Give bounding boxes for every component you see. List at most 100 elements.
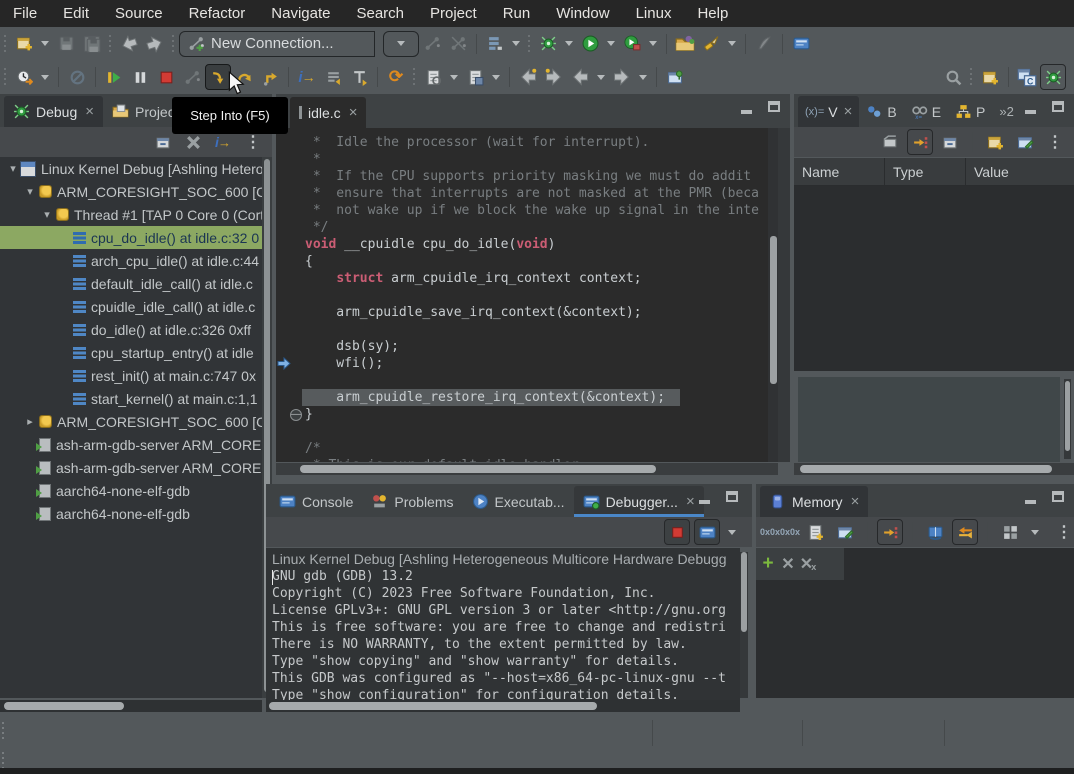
menu-item-refactor[interactable]: Refactor <box>176 0 259 27</box>
maximize-icon[interactable] <box>1052 101 1064 112</box>
collapse-all-button[interactable] <box>937 129 963 155</box>
open-perspective-button[interactable] <box>977 64 1003 90</box>
toolbar-grip[interactable] <box>108 35 113 53</box>
disconnect-node-button[interactable] <box>445 31 471 57</box>
close-icon[interactable]: × <box>349 104 358 121</box>
profile-button[interactable] <box>619 31 645 57</box>
run-dropdown-button[interactable] <box>603 31 619 57</box>
new-memory-view-button[interactable] <box>802 519 828 545</box>
open-element-button[interactable] <box>420 64 446 90</box>
console-output[interactable]: Linux Kernel Debug [Ashling Heterogeneou… <box>266 548 740 701</box>
toolbar-grip[interactable] <box>3 35 8 53</box>
new-watch-button[interactable] <box>982 129 1008 155</box>
restart-button[interactable]: ⟳ <box>383 64 409 90</box>
mark-occurrences-button[interactable] <box>751 31 777 57</box>
layout-dropdown-button[interactable] <box>1027 519 1043 545</box>
forward-dropdown[interactable] <box>635 64 651 90</box>
undo-button[interactable] <box>116 31 142 57</box>
hex-address-button[interactable]: 0x0x <box>762 519 778 545</box>
resume-button[interactable] <box>101 64 127 90</box>
variables-table[interactable] <box>794 186 1074 371</box>
minimize-icon[interactable] <box>1025 110 1036 114</box>
toggle-memory-monitors-button[interactable] <box>922 519 948 545</box>
editor-vscrollbar[interactable] <box>768 128 778 462</box>
use-step-filters-button[interactable] <box>346 64 372 90</box>
show-type-names-button[interactable] <box>877 129 903 155</box>
export-memory-button[interactable] <box>832 519 858 545</box>
toolbar-grip[interactable] <box>969 68 974 86</box>
details-vscrollbar[interactable] <box>1064 379 1071 459</box>
close-icon[interactable]: × <box>85 103 94 120</box>
menu-item-edit[interactable]: Edit <box>50 0 102 27</box>
expander-icon[interactable]: ▸ <box>23 415 37 428</box>
tree-row[interactable]: aarch64-none-elf-gdb <box>0 502 262 525</box>
back-dropdown[interactable] <box>593 64 609 90</box>
console-vscrollbar[interactable] <box>740 552 748 698</box>
tab-debug[interactable]: Debug × <box>4 96 103 127</box>
hex-address-button-2[interactable]: 0x0x <box>782 519 798 545</box>
new-dropdown-button[interactable] <box>37 31 53 57</box>
link-memory-button[interactable] <box>877 519 903 545</box>
menu-item-run[interactable]: Run <box>490 0 544 27</box>
open-element-dropdown[interactable] <box>446 64 462 90</box>
suspend-button[interactable] <box>127 64 153 90</box>
tree-row[interactable]: aarch64-none-elf-gdb <box>0 479 262 502</box>
close-icon[interactable]: × <box>844 103 853 120</box>
close-icon[interactable]: × <box>851 493 860 510</box>
back-button[interactable] <box>567 64 593 90</box>
tree-row[interactable]: ▾Thread #1 [TAP 0 Core 0 (Cort <box>0 203 262 226</box>
menu-item-file[interactable]: File <box>0 0 50 27</box>
code-editor[interactable]: * Idle the processor (wait for interrupt… <box>276 128 778 462</box>
profile-dropdown-button[interactable] <box>645 31 661 57</box>
tree-row[interactable]: ▾ARM_CORESIGHT_SOC_600 [Cor <box>0 180 262 203</box>
run-button[interactable] <box>577 31 603 57</box>
layout-button[interactable] <box>997 519 1023 545</box>
toolbar-grip[interactable] <box>171 35 176 53</box>
fold-marker-icon[interactable]: — <box>290 409 302 421</box>
tree-row[interactable]: ▾Linux Kernel Debug [Ashling Hetero <box>0 157 262 180</box>
menu-item-window[interactable]: Window <box>543 0 622 27</box>
tab-problems[interactable]: Problems <box>362 486 462 517</box>
statusbar-grip[interactable] <box>2 722 6 740</box>
tree-row[interactable]: cpu_do_idle() at idle.c:32 0 <box>0 226 262 249</box>
tree-row[interactable]: do_idle() at idle.c:326 0xff <box>0 318 262 341</box>
load-target-button[interactable] <box>672 31 698 57</box>
target-configuration-button[interactable] <box>482 31 508 57</box>
variables-hscrollbar[interactable] <box>794 463 1074 475</box>
tab-expressions[interactable]: x= E <box>904 96 948 127</box>
search-button[interactable] <box>940 64 966 90</box>
menu-item-project[interactable]: Project <box>417 0 490 27</box>
remove-memory-monitor-button[interactable]: ✕ <box>780 551 796 577</box>
display-selected-console-button[interactable] <box>694 519 720 545</box>
last-edit-forward-button[interactable] <box>541 64 567 90</box>
redo-button[interactable] <box>142 31 168 57</box>
view-menu-button[interactable]: ⋮ <box>1042 129 1068 155</box>
toolbar-grip[interactable] <box>527 35 532 53</box>
tab-executables[interactable]: Executab... <box>463 486 574 517</box>
remote-console-button[interactable] <box>788 31 814 57</box>
disconnect-button[interactable] <box>179 64 205 90</box>
tree-row[interactable]: cpuidle_idle_call() at idle.c <box>0 295 262 318</box>
column-value[interactable]: Value <box>966 158 1074 185</box>
column-name[interactable]: Name <box>794 158 885 185</box>
debug-history-button[interactable] <box>11 64 37 90</box>
tree-row[interactable]: default_idle_call() at idle.c <box>0 272 262 295</box>
maximize-icon[interactable] <box>726 491 738 502</box>
tree-row[interactable]: cpu_startup_entry() at idle <box>0 341 262 364</box>
minimize-icon[interactable] <box>741 110 752 114</box>
terminate-button[interactable] <box>153 64 179 90</box>
pin-editor-button[interactable] <box>662 64 688 90</box>
expander-icon[interactable]: ▾ <box>6 162 20 175</box>
debug-tree-hscrollbar[interactable] <box>0 700 262 712</box>
switch-memory-rendering-button[interactable] <box>952 519 978 545</box>
tree-row[interactable]: rest_init() at main.c:747 0x <box>0 364 262 387</box>
tab-console[interactable]: Console <box>270 486 362 517</box>
link-with-debug-button[interactable] <box>907 129 933 155</box>
drop-to-frame-button[interactable] <box>320 64 346 90</box>
debug-launch-tree[interactable]: ▾Linux Kernel Debug [Ashling Hetero▾ARM_… <box>0 157 262 698</box>
tree-row[interactable]: arch_cpu_idle() at idle.c:44 <box>0 249 262 272</box>
expander-icon[interactable]: ▾ <box>40 208 54 221</box>
expander-icon[interactable]: ▾ <box>23 185 37 198</box>
open-type-dropdown[interactable] <box>488 64 504 90</box>
tab-overflow[interactable]: »2 <box>992 96 1020 127</box>
